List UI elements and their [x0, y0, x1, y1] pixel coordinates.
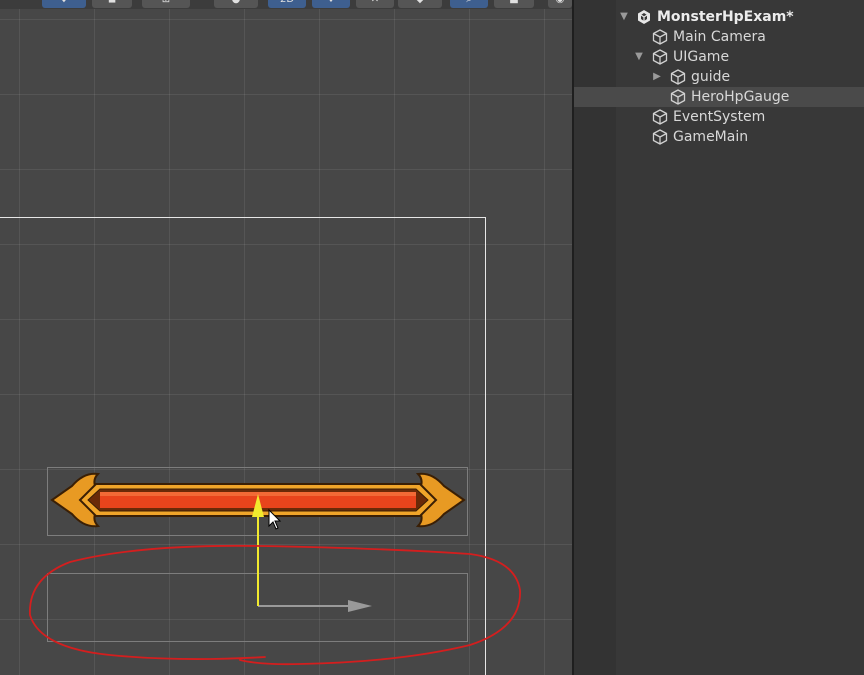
hierarchy-item-uigame[interactable]: ▼ UIGame: [574, 47, 864, 67]
gameobject-cube-icon: [670, 69, 686, 85]
gameobject-cube-icon: [652, 129, 668, 145]
scene-view[interactable]: ✥◼⊞●2D♦✕◆⌕■◉: [0, 0, 572, 675]
hierarchy-scene-root[interactable]: ▼ MonsterHpExam*: [574, 7, 864, 27]
hierarchy-item-gamemain[interactable]: GameMain: [574, 127, 864, 147]
gameobject-cube-icon: [652, 49, 668, 65]
hierarchy-item-main-camera[interactable]: Main Camera: [574, 27, 864, 47]
expand-arrow-icon[interactable]: ▼: [618, 9, 630, 25]
red-annotation-circle: [29, 544, 521, 666]
expand-arrow-icon[interactable]: ▼: [633, 49, 645, 65]
gameobject-cube-icon: [652, 109, 668, 125]
gameobject-cube-icon: [652, 29, 668, 45]
hierarchy-panel[interactable]: ▼ MonsterHpExam* Main Camera ▼ UIGame ▶ guide H…: [572, 0, 864, 675]
collapse-arrow-icon[interactable]: ▶: [651, 69, 663, 85]
hierarchy-item-eventsystem[interactable]: EventSystem: [574, 107, 864, 127]
hierarchy-item-label: GameMain: [673, 129, 749, 145]
gameobject-cube-icon: [670, 89, 686, 105]
scene-name: MonsterHpExam*: [657, 9, 794, 25]
hierarchy-item-label: guide: [691, 69, 731, 85]
unity-scene-icon: [636, 9, 652, 25]
hierarchy-item-label: UIGame: [673, 49, 730, 65]
hierarchy-item-label: EventSystem: [673, 109, 766, 125]
hierarchy-item-guide[interactable]: ▶ guide: [574, 67, 864, 87]
hierarchy-item-label: Main Camera: [673, 29, 766, 45]
hierarchy-item-herohpgauge[interactable]: HeroHpGauge: [574, 87, 864, 107]
hierarchy-item-label: HeroHpGauge: [691, 89, 790, 105]
